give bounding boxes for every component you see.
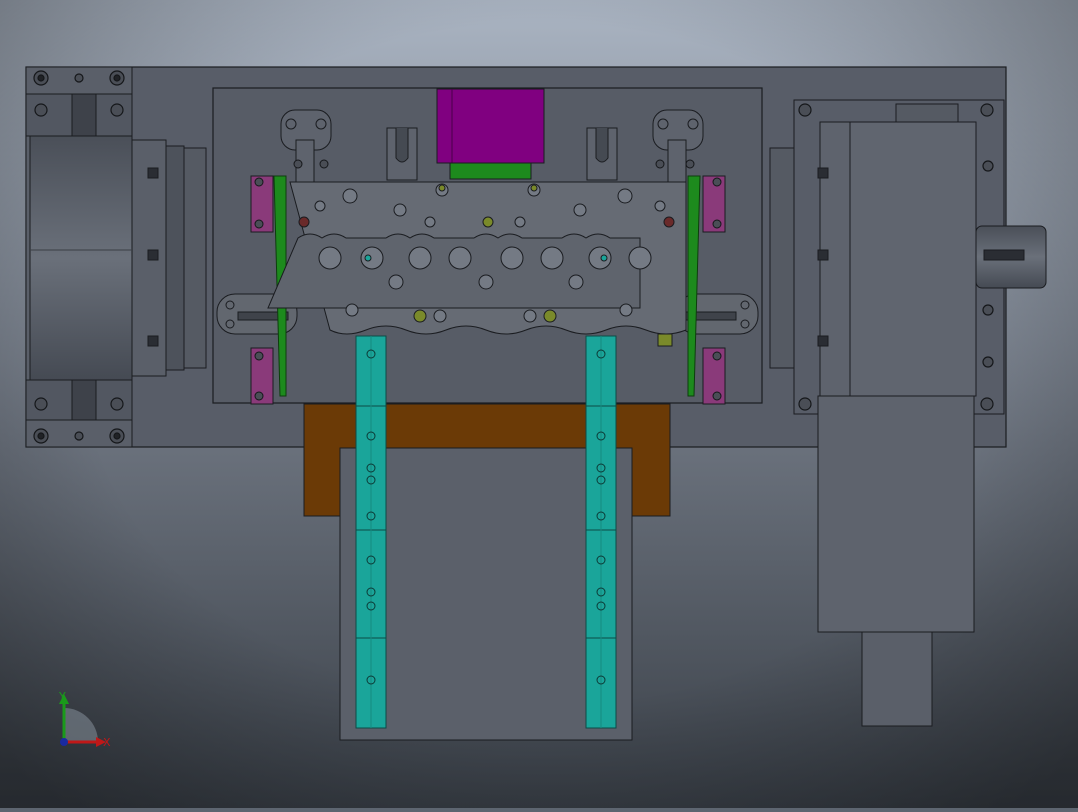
triad-x-label: X [103, 736, 111, 749]
magenta-top-block[interactable] [436, 88, 545, 180]
cad-model-view[interactable]: Y X [0, 0, 1078, 808]
cad-viewport[interactable]: Y X [0, 0, 1078, 808]
triad-z-axis [60, 738, 68, 746]
triad-y-label: Y [58, 690, 66, 703]
